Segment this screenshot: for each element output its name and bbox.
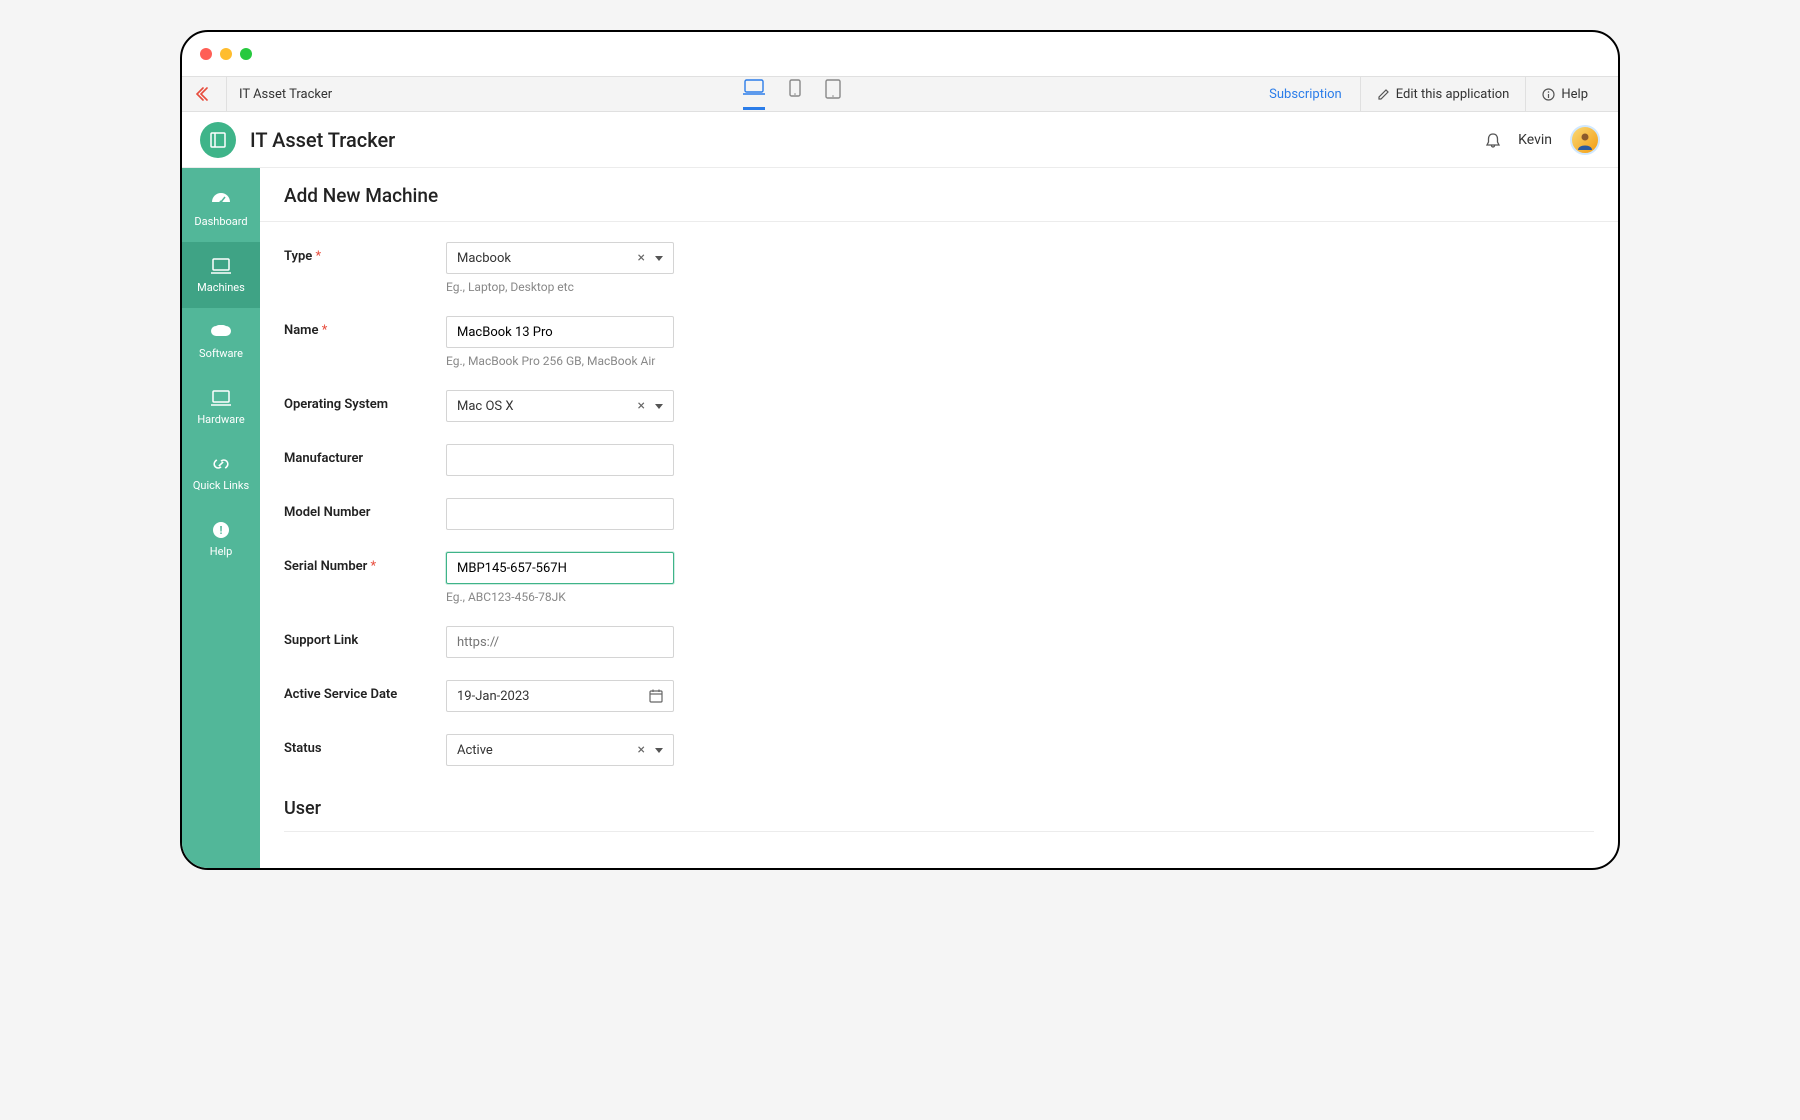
sidebar-item-label: Dashboard [194, 215, 247, 228]
active-date-input[interactable]: 19-Jan-2023 [446, 680, 674, 712]
model-input[interactable] [446, 498, 674, 530]
window-maximize-button[interactable] [240, 48, 252, 60]
hardware-icon [210, 389, 232, 407]
window-minimize-button[interactable] [220, 48, 232, 60]
app-logo-icon [200, 122, 236, 158]
status-select[interactable]: Active × [446, 734, 674, 766]
sidebar-item-label: Quick Links [193, 479, 249, 492]
field-model: Model Number [284, 498, 1594, 530]
sidebar-item-software[interactable]: Software [182, 308, 260, 374]
preview-tablet-button[interactable] [825, 79, 841, 110]
type-hint: Eg., Laptop, Desktop etc [446, 280, 686, 294]
type-label: Type [284, 249, 312, 264]
sidebar-item-machines[interactable]: Machines [182, 242, 260, 308]
active-date-value: 19-Jan-2023 [457, 689, 529, 704]
topbar-app-name: IT Asset Tracker [226, 76, 332, 112]
field-manufacturer: Manufacturer [284, 444, 1594, 476]
manufacturer-input[interactable] [446, 444, 674, 476]
preview-desktop-button[interactable] [743, 79, 765, 110]
sidebar-item-hardware[interactable]: Hardware [182, 374, 260, 440]
notifications-bell-icon[interactable] [1484, 132, 1500, 148]
topbar: IT Asset Tracker Subscription Edit this … [182, 76, 1618, 112]
user-section-title: User [284, 788, 1594, 832]
header: IT Asset Tracker Kevin [182, 112, 1618, 168]
sidebar-item-label: Help [210, 545, 233, 558]
preview-mobile-button[interactable] [789, 79, 801, 110]
os-select[interactable]: Mac OS X × [446, 390, 674, 422]
clear-icon[interactable]: × [638, 250, 645, 266]
support-input[interactable] [446, 626, 674, 658]
field-name: Name * Eg., MacBook Pro 256 GB, MacBook … [284, 316, 1594, 368]
titlebar [182, 32, 1618, 76]
os-label: Operating System [284, 397, 388, 412]
chevron-down-icon[interactable] [655, 748, 663, 753]
subscription-link[interactable]: Subscription [1251, 87, 1360, 102]
serial-hint: Eg., ABC123-456-78JK [446, 590, 686, 604]
sidebar: Dashboard Machines Software Hardware [182, 168, 260, 868]
user-form: Employee First Name Last Name Departmen [260, 852, 1618, 868]
field-status: Status Active × [284, 734, 1594, 766]
edit-application-button[interactable]: Edit this application [1360, 76, 1526, 112]
manufacturer-label: Manufacturer [284, 451, 363, 466]
main-content: Add New Machine Type * Macbook × Eg., La… [260, 168, 1618, 868]
sidebar-item-label: Software [199, 347, 243, 360]
name-hint: Eg., MacBook Pro 256 GB, MacBook Air [446, 354, 686, 368]
machines-icon [210, 257, 232, 275]
chevron-down-icon[interactable] [655, 256, 663, 261]
sidebar-item-quicklinks[interactable]: Quick Links [182, 440, 260, 506]
pencil-icon [1377, 88, 1390, 101]
user-avatar[interactable] [1570, 125, 1600, 155]
serial-input[interactable] [446, 552, 674, 584]
help-button[interactable]: Help [1525, 76, 1604, 112]
page-title: Add New Machine [260, 168, 1618, 222]
type-select[interactable]: Macbook × [446, 242, 674, 274]
edit-application-label: Edit this application [1396, 87, 1510, 102]
field-serial: Serial Number * Eg., ABC123-456-78JK [284, 552, 1594, 604]
software-icon [210, 323, 232, 341]
type-value: Macbook [457, 251, 511, 266]
calendar-icon[interactable] [649, 689, 663, 703]
os-value: Mac OS X [457, 399, 514, 414]
status-value: Active [457, 743, 493, 758]
sidebar-item-label: Machines [197, 281, 245, 294]
help-label: Help [1561, 87, 1588, 102]
body: Dashboard Machines Software Hardware [182, 168, 1618, 868]
clear-icon[interactable]: × [638, 398, 645, 414]
sidebar-item-dashboard[interactable]: Dashboard [182, 176, 260, 242]
chevron-down-icon[interactable] [655, 404, 663, 409]
field-type: Type * Macbook × Eg., Laptop, Desktop et… [284, 242, 1594, 294]
active-date-label: Active Service Date [284, 687, 397, 702]
link-icon [210, 455, 232, 473]
field-os: Operating System Mac OS X × [284, 390, 1594, 422]
app-window: IT Asset Tracker Subscription Edit this … [180, 30, 1620, 870]
field-active-date: Active Service Date 19-Jan-2023 [284, 680, 1594, 712]
model-label: Model Number [284, 505, 370, 520]
back-icon[interactable] [196, 87, 214, 101]
sidebar-item-label: Hardware [197, 413, 244, 426]
sidebar-item-help[interactable]: ! Help [182, 506, 260, 572]
name-input[interactable] [446, 316, 674, 348]
serial-label: Serial Number [284, 559, 367, 574]
form: Type * Macbook × Eg., Laptop, Desktop et… [260, 222, 1618, 766]
app-title: IT Asset Tracker [250, 128, 395, 152]
window-close-button[interactable] [200, 48, 212, 60]
info-icon [1542, 88, 1555, 101]
support-label: Support Link [284, 633, 358, 648]
user-name: Kevin [1518, 132, 1552, 148]
status-label: Status [284, 741, 322, 756]
field-support: Support Link [284, 626, 1594, 658]
svg-text:!: ! [220, 524, 223, 537]
help-icon: ! [210, 521, 232, 539]
dashboard-icon [210, 191, 232, 209]
name-label: Name [284, 323, 318, 338]
clear-icon[interactable]: × [638, 742, 645, 758]
